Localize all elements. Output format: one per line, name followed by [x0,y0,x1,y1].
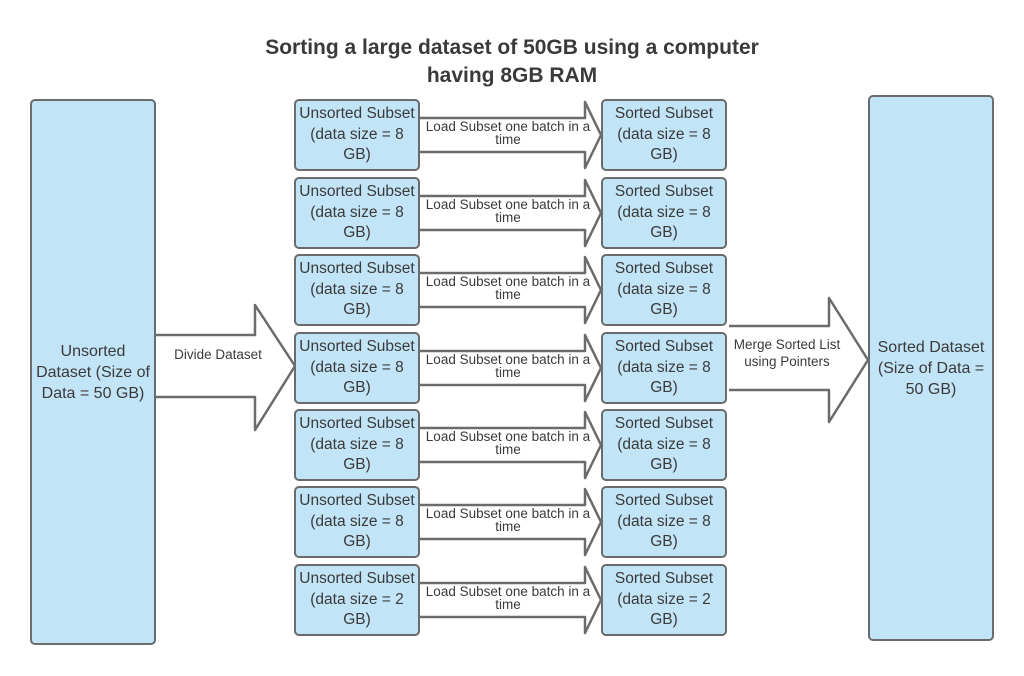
unsorted-subset-label: Unsorted Subset (data size = 2 GB) [299,570,415,629]
unsorted-subset-label: Unsorted Subset (data size = 8 GB) [299,338,415,397]
load-subset-arrow-label: Load Subset one batch in a time [425,274,591,302]
sorted-subset-box: Sorted Subset (data size = 8 GB) [601,409,727,481]
sorted-dataset-label: Sorted Dataset (Size of Data = 50 GB) [877,338,985,398]
load-subset-arrow-label: Load Subset one batch in a time [425,429,591,457]
unsorted-subset-box: Unsorted Subset (data size = 8 GB) [294,254,420,326]
sorted-subset-label: Sorted Subset (data size = 8 GB) [614,105,714,164]
unsorted-subset-label: Unsorted Subset (data size = 8 GB) [299,183,415,242]
sorted-subset-label: Sorted Subset (data size = 2 GB) [614,570,714,629]
unsorted-subset-label: Unsorted Subset (data size = 8 GB) [299,492,415,551]
unsorted-subset-box: Unsorted Subset (data size = 8 GB) [294,332,420,404]
load-subset-arrow-label: Load Subset one batch in a time [425,584,591,612]
divide-arrow-label: Divide Dataset [174,347,262,362]
sorted-subset-label: Sorted Subset (data size = 8 GB) [614,183,714,242]
load-subset-arrow-label: Load Subset one batch in a time [425,119,591,147]
unsorted-subset-box: Unsorted Subset (data size = 8 GB) [294,409,420,481]
merge-arrow-label: Merge Sorted List using Pointers [733,337,841,369]
divide-arrow [155,303,297,432]
sorted-subset-box: Sorted Subset (data size = 8 GB) [601,99,727,171]
unsorted-dataset-label: Unsorted Dataset (Size of Data = 50 GB) [36,342,150,402]
sorted-subset-label: Sorted Subset (data size = 8 GB) [614,492,714,551]
load-subset-arrow-label: Load Subset one batch in a time [425,352,591,380]
sorted-subset-label: Sorted Subset (data size = 8 GB) [614,338,714,397]
sorted-subset-label: Sorted Subset (data size = 8 GB) [614,260,714,319]
sorted-subset-box: Sorted Subset (data size = 8 GB) [601,254,727,326]
load-subset-arrow-label: Load Subset one batch in a time [425,197,591,225]
unsorted-subset-box: Unsorted Subset (data size = 8 GB) [294,177,420,249]
unsorted-dataset-box: Unsorted Dataset (Size of Data = 50 GB) [30,99,156,645]
sorted-subset-box: Sorted Subset (data size = 8 GB) [601,486,727,558]
sorted-subset-box: Sorted Subset (data size = 8 GB) [601,177,727,249]
sorted-subset-label: Sorted Subset (data size = 8 GB) [614,415,714,474]
unsorted-subset-label: Unsorted Subset (data size = 8 GB) [299,415,415,474]
unsorted-subset-box: Unsorted Subset (data size = 2 GB) [294,564,420,636]
unsorted-subset-box: Unsorted Subset (data size = 8 GB) [294,486,420,558]
unsorted-subset-box: Unsorted Subset (data size = 8 GB) [294,99,420,171]
load-subset-arrow-label: Load Subset one batch in a time [425,506,591,534]
sorted-subset-box: Sorted Subset (data size = 8 GB) [601,332,727,404]
unsorted-subset-label: Unsorted Subset (data size = 8 GB) [299,105,415,164]
sorted-dataset-box: Sorted Dataset (Size of Data = 50 GB) [868,95,994,641]
sorted-subset-box: Sorted Subset (data size = 2 GB) [601,564,727,636]
unsorted-subset-label: Unsorted Subset (data size = 8 GB) [299,260,415,319]
